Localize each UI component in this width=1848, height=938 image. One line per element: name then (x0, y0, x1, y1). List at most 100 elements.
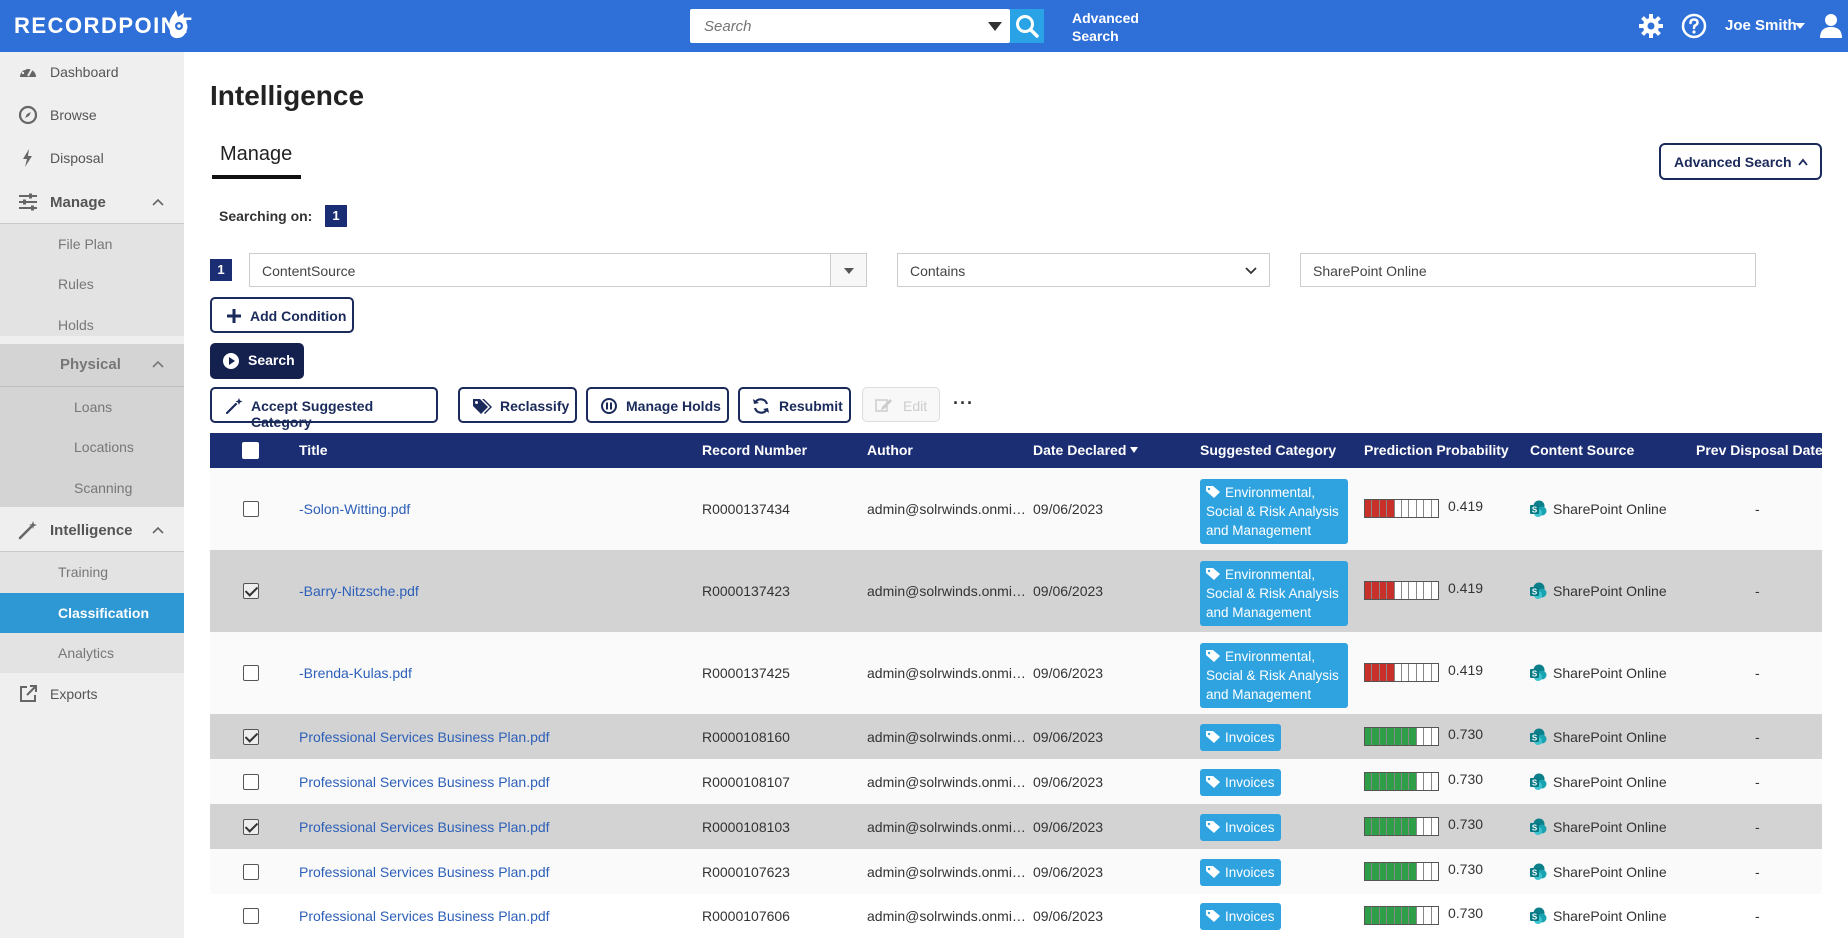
search-input[interactable] (690, 9, 960, 43)
search-button[interactable] (1010, 9, 1044, 43)
user-menu-caret-icon[interactable] (1795, 23, 1805, 29)
sidebar-item-physical[interactable]: Physical (0, 344, 184, 384)
tag-icon (1206, 821, 1220, 833)
probability-segment (1379, 728, 1388, 745)
sidebar-item-holds[interactable]: Holds (0, 305, 184, 345)
suggested-category-badge[interactable]: Environmental, Social & Risk Analysis an… (1200, 479, 1348, 544)
column-header-date-declared[interactable]: Date Declared (1033, 442, 1139, 458)
sidebar-item-manage[interactable]: Manage (0, 182, 184, 222)
tab-manage[interactable]: Manage (212, 143, 300, 166)
table-row[interactable]: Professional Services Business Plan.pdf R… (210, 804, 1822, 849)
table-row[interactable]: Professional Services Business Plan.pdf R… (210, 714, 1822, 759)
column-header-title[interactable]: Title (299, 442, 328, 458)
suggested-category-badge[interactable]: Invoices (1200, 769, 1281, 796)
sidebar-item-locations[interactable]: Locations (0, 427, 184, 467)
sidebar-item-analytics[interactable]: Analytics (0, 633, 184, 673)
sidebar-item-disposal[interactable]: Disposal (0, 138, 184, 178)
record-title-link[interactable]: -Solon-Witting.pdf (299, 501, 410, 517)
edit-button[interactable]: Edit (862, 387, 940, 422)
probability-segment (1387, 664, 1395, 681)
record-title-link[interactable]: Professional Services Business Plan.pdf (299, 819, 550, 835)
edit-icon (875, 399, 892, 412)
condition-field-dropdown-button[interactable] (830, 254, 866, 286)
sidebar-item-loans[interactable]: Loans (0, 387, 184, 427)
record-date-declared: 09/06/2023 (1033, 819, 1104, 835)
sidebar-item-training[interactable]: Training (0, 552, 184, 592)
suggested-category-badge[interactable]: Invoices (1200, 724, 1281, 751)
condition-field-combobox[interactable]: ContentSource (249, 253, 867, 287)
column-header-prev-disposal-date[interactable]: Prev Disposal Date (1696, 442, 1823, 458)
record-title-link[interactable]: Professional Services Business Plan.pdf (299, 864, 550, 880)
suggested-category-label: Environmental, Social & Risk Analysis an… (1206, 567, 1339, 620)
suggested-category-badge[interactable]: Environmental, Social & Risk Analysis an… (1200, 561, 1348, 626)
search-submit-button[interactable]: Search (210, 343, 304, 379)
record-title-link[interactable]: -Barry-Nitzsche.pdf (299, 583, 419, 599)
advanced-search-link[interactable]: Advanced Search (1072, 9, 1139, 45)
advanced-search-toggle-button[interactable]: Advanced Search (1659, 143, 1822, 180)
more-actions-button[interactable]: ··· (953, 393, 974, 414)
probability-segment (1372, 863, 1380, 880)
row-checkbox[interactable] (243, 864, 259, 880)
sidebar-item-browse[interactable]: Browse (0, 95, 184, 135)
column-header-suggested-category[interactable]: Suggested Category (1200, 442, 1336, 458)
suggested-category-badge[interactable]: Environmental, Social & Risk Analysis an… (1200, 643, 1348, 708)
logo-mascot-icon (169, 10, 188, 39)
user-avatar-icon[interactable] (1818, 12, 1844, 38)
dashboard-icon (20, 66, 36, 77)
plus-icon (227, 309, 241, 323)
manage-holds-button[interactable]: Manage Holds (586, 387, 729, 423)
row-checkbox[interactable] (243, 501, 259, 517)
record-title-link[interactable]: -Brenda-Kulas.pdf (299, 665, 412, 681)
condition-value-input[interactable]: SharePoint Online (1300, 253, 1756, 287)
sidebar-item-dashboard[interactable]: Dashboard (0, 52, 184, 92)
sidebar-item-intelligence[interactable]: Intelligence (0, 510, 184, 550)
gear-icon[interactable] (1638, 13, 1664, 39)
prev-disposal-date: - (1755, 583, 1760, 599)
record-title-link[interactable]: Professional Services Business Plan.pdf (299, 774, 550, 790)
select-all-checkbox[interactable] (242, 442, 259, 459)
add-condition-button[interactable]: Add Condition (210, 297, 354, 333)
suggested-category-badge[interactable]: Invoices (1200, 903, 1281, 930)
sidebar-item-label: Scanning (74, 480, 133, 496)
sidebar-item-classification[interactable]: Classification (0, 593, 184, 633)
table-row[interactable]: Professional Services Business Plan.pdf R… (210, 759, 1822, 804)
condition-count-badge[interactable]: 1 (325, 205, 347, 227)
probability-segment (1432, 664, 1438, 681)
record-title-link[interactable]: Professional Services Business Plan.pdf (299, 729, 550, 745)
row-checkbox[interactable] (243, 819, 259, 835)
suggested-category-badge[interactable]: Invoices (1200, 859, 1281, 886)
record-date-declared: 09/06/2023 (1033, 864, 1104, 880)
caret-down-icon (844, 268, 854, 274)
suggested-category-label: Invoices (1225, 730, 1275, 745)
row-checkbox[interactable] (243, 729, 259, 745)
row-checkbox[interactable] (243, 583, 259, 599)
accept-suggested-category-button[interactable]: Accept Suggested Category (210, 387, 438, 430)
search-scope-dropdown[interactable] (988, 22, 1002, 31)
physical-submenu: Physical Loans Locations Scanning (0, 344, 184, 507)
suggested-category-badge[interactable]: Invoices (1200, 814, 1281, 841)
table-row[interactable]: Professional Services Business Plan.pdf R… (210, 849, 1822, 894)
record-title-link[interactable]: Professional Services Business Plan.pdf (299, 908, 550, 924)
column-header-prediction-probability[interactable]: Prediction Probability (1364, 442, 1509, 458)
sidebar-item-file-plan[interactable]: File Plan (0, 224, 184, 264)
reclassify-button[interactable]: Reclassify (458, 387, 577, 423)
column-header-author[interactable]: Author (867, 442, 913, 458)
sidebar-item-scanning[interactable]: Scanning (0, 468, 184, 508)
table-row[interactable]: -Brenda-Kulas.pdf R0000137425 admin@solrwi… (210, 632, 1822, 714)
svg-text:S: S (1532, 588, 1538, 597)
table-row[interactable]: Professional Services Business Plan.pdf R… (210, 894, 1822, 938)
help-icon[interactable] (1681, 13, 1707, 39)
column-header-content-source[interactable]: Content Source (1530, 442, 1634, 458)
resubmit-button[interactable]: Resubmit (738, 387, 851, 423)
table-row[interactable]: -Solon-Witting.pdf R0000137434 admin@solrw… (210, 468, 1822, 550)
sidebar-item-exports[interactable]: Exports (0, 674, 184, 714)
row-checkbox[interactable] (243, 665, 259, 681)
user-name[interactable]: Joe Smith (1725, 17, 1797, 34)
table-row[interactable]: -Barry-Nitzsche.pdf R0000137423 admin@solr… (210, 550, 1822, 632)
suggested-category-label: Invoices (1225, 775, 1275, 790)
sidebar-item-rules[interactable]: Rules (0, 264, 184, 304)
row-checkbox[interactable] (243, 774, 259, 790)
row-checkbox[interactable] (243, 908, 259, 924)
column-header-record-number[interactable]: Record Number (702, 442, 807, 458)
condition-operator-select[interactable]: Contains (897, 253, 1270, 287)
